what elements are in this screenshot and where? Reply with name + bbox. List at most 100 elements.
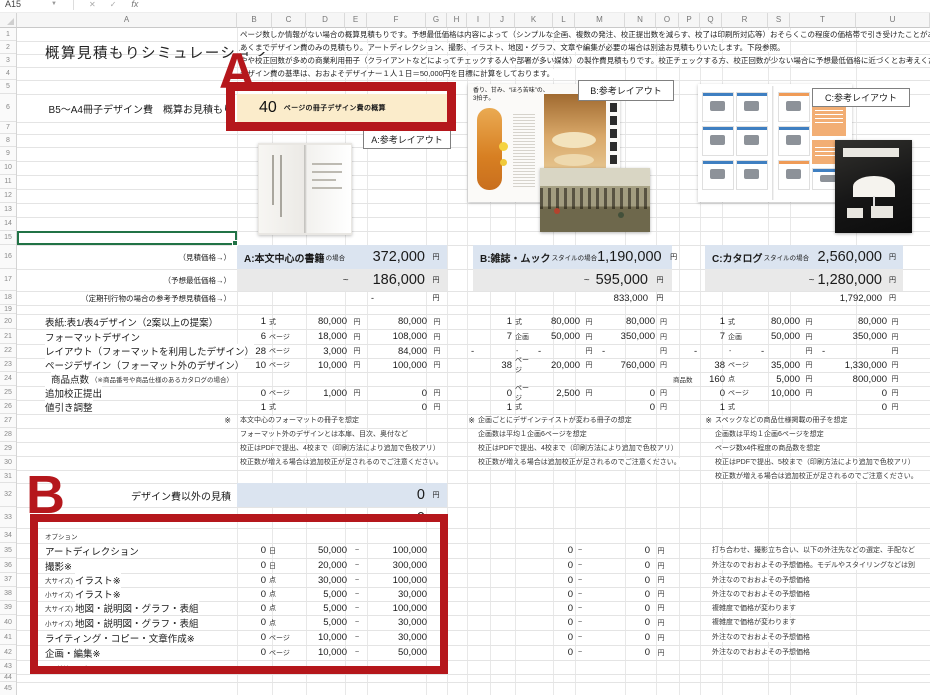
cell[interactable]: 円 [800, 317, 818, 327]
cell[interactable]: 1 [467, 316, 512, 327]
section-note[interactable]: ページ数x4件程度の商品数を想定 [715, 444, 820, 453]
cell[interactable]: - [757, 346, 800, 357]
row-number-43[interactable]: 43 [0, 660, 16, 674]
row-number-5[interactable]: 5 [0, 80, 16, 94]
option-mid-values[interactable]: 0~0円 [467, 558, 672, 573]
column-header-H[interactable]: H [447, 12, 467, 28]
section-note[interactable]: 企画数は平均１企画6ページを想定 [478, 430, 587, 439]
intro-note[interactable]: あくまでデザイン費のみの見積もり。アートディレクション、撮影、イラスト、地図・グ… [240, 43, 785, 52]
column-header-U[interactable]: U [856, 12, 930, 28]
cell[interactable]: - [534, 346, 580, 357]
line-item-label[interactable]: ページデザイン（フォーマット外のデザイン） [17, 358, 235, 372]
line-item-label[interactable]: 表紙:表1/表4デザイン（2案以上の提案） [17, 314, 235, 329]
cell[interactable]: 0 [587, 545, 650, 556]
cell[interactable]: 0 [690, 388, 725, 399]
row-number-27[interactable]: 27 [0, 414, 16, 428]
cell[interactable]: 0 [587, 647, 650, 658]
cell[interactable]: 円 [427, 360, 447, 370]
select-all-corner[interactable] [0, 12, 17, 28]
cell[interactable]: 35,000 [757, 360, 800, 371]
cell[interactable]: 50,000 [534, 331, 580, 342]
row-number-33[interactable]: 33 [0, 507, 16, 528]
cell[interactable]: 企画 [725, 332, 757, 342]
column-header-L[interactable]: L [553, 12, 575, 28]
row-number-35[interactable]: 35 [0, 543, 16, 558]
column-header-T[interactable]: T [790, 12, 856, 28]
cell[interactable]: ページ [266, 388, 306, 398]
selected-cell-a15[interactable] [17, 231, 237, 245]
cell[interactable]: 0 [818, 402, 887, 413]
cell[interactable]: 0 [587, 617, 650, 628]
section-a-price-row[interactable]: A:本文中心の書籍の場合 372,000円 [237, 245, 447, 269]
row-number-19[interactable]: 19 [0, 305, 16, 314]
cell[interactable]: ~ [573, 562, 587, 569]
row-number-8[interactable]: 8 [0, 134, 16, 147]
cell[interactable]: 80,000 [367, 316, 427, 327]
option-note[interactable]: 外注なのでおおよその予想価格 [712, 576, 810, 585]
row-number-25[interactable]: 25 [0, 386, 16, 400]
column-header-A[interactable]: A [17, 12, 237, 28]
cell[interactable]: 0 [367, 388, 427, 399]
cell[interactable]: 円 [650, 575, 672, 585]
row-number-9[interactable]: 9 [0, 147, 16, 161]
column-header-N[interactable]: N [625, 12, 656, 28]
option-note[interactable]: 打ち合わせ、撮影立ち合い、以下の外注先などの選定、手配など [712, 546, 915, 555]
section-a-periodical-row[interactable]: - 円 [237, 291, 447, 305]
cell[interactable]: ページ [512, 355, 534, 375]
column-header-S[interactable]: S [768, 12, 790, 28]
column-header-F[interactable]: F [367, 12, 426, 28]
section-note[interactable]: 企画数は平均１企画6ページを想定 [715, 430, 824, 439]
row-number-13[interactable]: 13 [0, 203, 16, 217]
line-item-values-c[interactable]: 7企画50,000円350,000円 [690, 329, 903, 344]
cell[interactable]: - [818, 346, 887, 357]
cell[interactable]: 0 [467, 603, 573, 614]
column-header-M[interactable]: M [575, 12, 625, 28]
cell[interactable]: 円 [580, 332, 598, 342]
line-item-label[interactable]: 値引き調整 [17, 400, 235, 414]
row-number-29[interactable]: 29 [0, 442, 16, 456]
cell[interactable]: 1,000 [306, 388, 347, 399]
cell[interactable]: 1 [690, 402, 725, 413]
cell[interactable]: 5,000 [757, 374, 800, 385]
row-number-24[interactable]: 24 [0, 372, 16, 386]
section-note[interactable]: スペックなどの商品仕様掲載の冊子を想定 [715, 416, 848, 425]
cell[interactable]: 0 [598, 402, 655, 413]
section-note[interactable]: 校正はPDFで提出、5校まで（印刷方法により追加で色校アリ） [715, 458, 915, 467]
option-mid-values[interactable]: 0~0円 [467, 645, 672, 660]
option-note[interactable]: 外注なのでおおよその予想価格 [712, 590, 810, 599]
line-item-values-c[interactable]: 160点5,000円800,000円 [690, 372, 903, 386]
cell[interactable]: 円 [887, 402, 903, 412]
cell[interactable]: 円 [650, 546, 672, 556]
row-number-3[interactable]: 3 [0, 54, 16, 67]
cell[interactable]: 0 [587, 632, 650, 643]
cell[interactable]: ページ [725, 360, 757, 370]
option-mid-values[interactable]: 0~0円 [467, 615, 672, 630]
line-item-label[interactable]: フォーマットデザイン [17, 329, 235, 344]
row-number-18[interactable]: 18 [0, 291, 16, 305]
estimate-header-label[interactable]: B5〜A4冊子デザイン費 概算お見積もり [17, 94, 233, 122]
column-header-D[interactable]: D [306, 12, 345, 28]
cell[interactable]: 円 [580, 346, 598, 356]
row-number-15[interactable]: 15 [0, 231, 16, 245]
row-number-16[interactable]: 16 [0, 245, 16, 269]
cell[interactable]: ページ [266, 360, 306, 370]
option-note[interactable]: 外注なのでおおよその予想価格 [712, 633, 810, 642]
cell[interactable]: 1 [467, 402, 512, 413]
confirm-entry-icon[interactable]: ✓ [110, 0, 117, 9]
row-number-1[interactable]: 1 [0, 28, 16, 41]
cell[interactable]: - [690, 346, 725, 357]
cell[interactable]: 7 [467, 331, 512, 342]
line-item-values-b[interactable]: 38ページ20,000円760,000円 [467, 358, 672, 372]
line-item-values-a[interactable]: 1式0円 [237, 400, 447, 414]
cell[interactable]: 0 [587, 603, 650, 614]
cell[interactable]: - [725, 348, 757, 355]
line-item-values-c[interactable]: 1式0円 [690, 400, 903, 414]
row-number-37[interactable]: 37 [0, 573, 16, 587]
cell[interactable]: 円 [800, 374, 818, 384]
cell[interactable]: ページ [266, 332, 306, 342]
cell[interactable]: 10 [237, 360, 266, 371]
cell[interactable]: 円 [347, 317, 367, 327]
cell[interactable]: 円 [887, 346, 903, 356]
line-item-values-b[interactable]: 0ページ2,500円0円 [467, 386, 672, 400]
section-note[interactable]: 校正はPDFで提出、4校まで（印刷方法により追加で色校アリ） [478, 444, 678, 453]
